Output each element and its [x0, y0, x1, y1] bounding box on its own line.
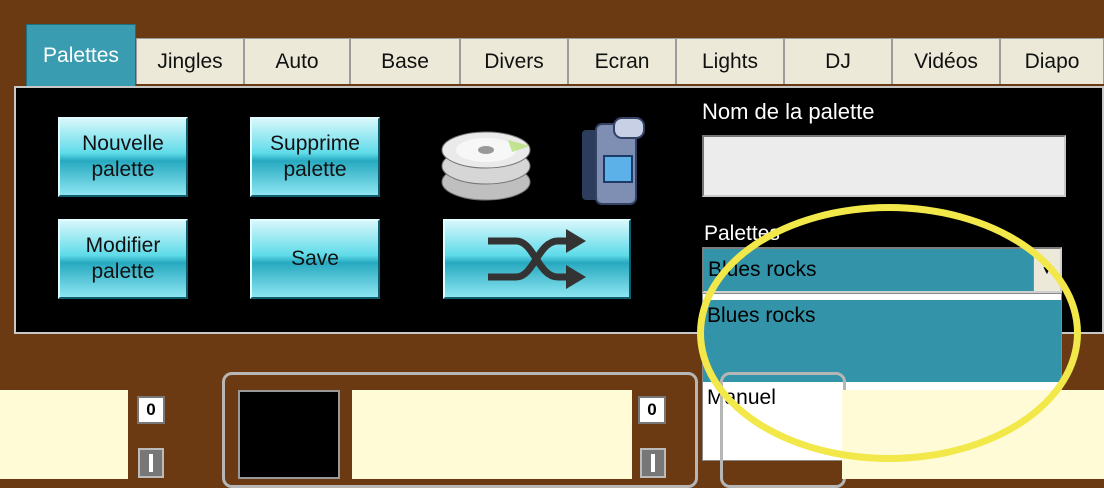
- track-slot-2: [352, 390, 632, 479]
- mixer-area: 0 0: [0, 360, 1104, 488]
- new-palette-label-1: Nouvelle: [82, 132, 164, 155]
- shuffle-icon: [488, 229, 586, 289]
- level-counter-1: 0: [137, 396, 165, 424]
- track-slot-1: [0, 390, 128, 479]
- tab-divers[interactable]: Divers: [460, 38, 568, 84]
- fader-knob-1[interactable]: [138, 448, 164, 478]
- track-slot-3: [842, 390, 1104, 479]
- deck-preview: [238, 390, 340, 479]
- palettes-label: Palettes: [704, 222, 780, 245]
- deck-frame-2: [720, 372, 846, 488]
- save-button[interactable]: Save: [250, 219, 380, 299]
- fader-knob-2[interactable]: [640, 448, 666, 478]
- tab-auto[interactable]: Auto: [244, 38, 350, 84]
- tab-lights[interactable]: Lights: [676, 38, 784, 84]
- modify-palette-label-1: Modifier: [85, 234, 161, 257]
- tab-ecran[interactable]: Ecran: [568, 38, 676, 84]
- chevron-down-icon[interactable]: ▼: [1033, 249, 1060, 291]
- new-palette-button[interactable]: Nouvelle palette: [58, 117, 188, 197]
- level-counter-2: 0: [638, 396, 666, 424]
- palette-name-input[interactable]: [702, 135, 1066, 197]
- tab-bar: Palettes Jingles Auto Base Divers Ecran …: [26, 24, 1104, 86]
- save-label: Save: [291, 247, 339, 270]
- palettes-select-value: Blues rocks: [708, 258, 817, 281]
- delete-palette-button[interactable]: Supprime palette: [250, 117, 380, 197]
- new-palette-label-2: palette: [91, 158, 155, 181]
- delete-palette-label-2: palette: [283, 158, 347, 181]
- palettes-select[interactable]: Blues rocks ▼: [702, 247, 1062, 293]
- delete-palette-label-1: Supprime: [270, 132, 360, 155]
- cd-stack-icon[interactable]: [438, 122, 534, 204]
- tab-palettes[interactable]: Palettes: [26, 24, 136, 86]
- modify-palette-button[interactable]: Modifier palette: [58, 219, 188, 299]
- tab-diapo[interactable]: Diapo: [1000, 38, 1104, 84]
- modify-palette-label-2: palette: [91, 260, 155, 283]
- tab-base[interactable]: Base: [350, 38, 460, 84]
- palette-name-label: Nom de la palette: [702, 99, 875, 124]
- tab-dj[interactable]: DJ: [784, 38, 892, 84]
- video-camera-icon[interactable]: [578, 116, 650, 208]
- shuffle-button[interactable]: [443, 219, 631, 299]
- tab-jingles[interactable]: Jingles: [136, 38, 244, 84]
- tab-videos[interactable]: Vidéos: [892, 38, 1000, 84]
